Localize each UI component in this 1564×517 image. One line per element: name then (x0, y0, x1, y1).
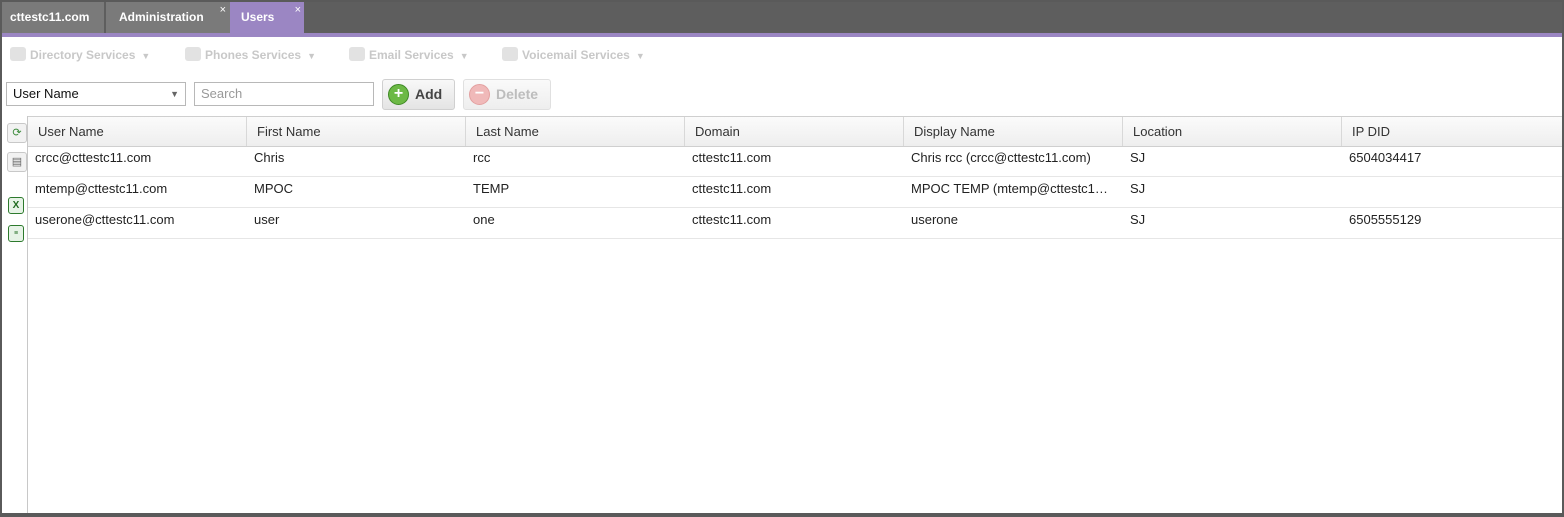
cell-display-name: userone (911, 212, 958, 227)
users-panel: Directory Services ▼ Phones Services ▼ Ema… (2, 37, 1562, 513)
cell-last-name: TEMP (473, 181, 510, 196)
email-icon (349, 47, 365, 61)
cell-location: SJ (1130, 212, 1146, 227)
minus-icon: − (469, 84, 490, 105)
column-header-user-name[interactable]: User Name (28, 117, 247, 146)
tab-label: Administration (119, 10, 204, 24)
tab-administration[interactable]: Administration × (106, 2, 230, 33)
grid-side-toolbar: ⟳ ▤ X ≡ (2, 116, 28, 513)
column-header-location[interactable]: Location (1123, 117, 1342, 146)
cell-user-name: crcc@cttestc11.com (35, 150, 152, 165)
app-frame: cttestc11.com Administration × Users × D… (0, 0, 1564, 517)
email-services-menu[interactable]: Email Services ▼ (349, 47, 469, 63)
cell-user-name: mtemp@cttestc11.com (35, 181, 168, 196)
cell-last-name: one (473, 212, 495, 227)
filter-value: User Name (13, 86, 79, 101)
cell-ip-did: 6504034417 (1349, 150, 1422, 165)
menu-label: Email Services (369, 48, 454, 62)
cell-location: SJ (1130, 150, 1146, 165)
column-header-display-name[interactable]: Display Name (904, 117, 1123, 146)
cell-display-name: MPOC TEMP (mtemp@cttestc1… (911, 181, 1108, 196)
delete-label: Delete (496, 86, 539, 102)
cell-first-name: user (254, 212, 280, 227)
search-input[interactable]: Search (194, 82, 374, 106)
cell-ip-did: 6505555129 (1349, 212, 1422, 227)
close-icon[interactable]: × (295, 3, 301, 17)
phones-services-menu[interactable]: Phones Services ▼ (185, 47, 316, 63)
services-menu-bar: Directory Services ▼ Phones Services ▼ Ema… (2, 37, 1562, 71)
tab-domain[interactable]: cttestc11.com (2, 2, 104, 33)
print-icon[interactable]: ▤ (7, 152, 27, 172)
plus-icon: + (388, 84, 409, 105)
cell-last-name: rcc (473, 150, 491, 165)
chevron-down-icon: ▼ (635, 51, 645, 61)
column-header-ip-did[interactable]: IP DID (1342, 117, 1562, 146)
table-row[interactable]: mtemp@cttestc11.com MPOC TEMP cttestc11.… (28, 177, 1562, 208)
add-button[interactable]: + Add (382, 79, 455, 110)
directory-services-menu[interactable]: Directory Services ▼ (10, 47, 150, 63)
voicemail-services-menu[interactable]: Voicemail Services ▼ (502, 47, 645, 63)
excel-export-icon[interactable]: X (8, 197, 24, 214)
cell-location: SJ (1130, 181, 1146, 196)
tab-label: Users (241, 10, 275, 24)
cell-user-name: userone@cttestc11.com (35, 212, 175, 227)
cell-display-name: Chris rcc (crcc@cttestc11.com) (911, 150, 1091, 165)
chevron-down-icon: ▼ (307, 51, 316, 61)
chevron-down-icon: ▼ (459, 51, 469, 61)
tab-label: cttestc11.com (10, 10, 90, 24)
table-header: User Name First Name Last Name Domain Di… (28, 116, 1562, 147)
tab-bar: cttestc11.com Administration × Users × (2, 2, 1562, 33)
cell-ip-did (1342, 177, 1562, 201)
csv-export-icon[interactable]: ≡ (8, 225, 24, 242)
cell-domain: cttestc11.com (692, 212, 772, 227)
phone-icon (185, 47, 201, 61)
close-icon[interactable]: × (220, 3, 226, 17)
directory-icon (10, 47, 26, 61)
delete-button[interactable]: − Delete (463, 79, 551, 110)
menu-label: Phones Services (205, 48, 302, 62)
add-label: Add (415, 86, 443, 102)
cell-first-name: MPOC (254, 181, 293, 196)
column-header-last-name[interactable]: Last Name (466, 117, 685, 146)
toolbar: User Name ▼ Search + Add − Delete (2, 77, 1562, 111)
column-header-first-name[interactable]: First Name (247, 117, 466, 146)
tab-users[interactable]: Users × (230, 2, 304, 33)
menu-label: Directory Services (30, 48, 136, 62)
chevron-down-icon: ▼ (170, 89, 179, 99)
voicemail-icon (502, 47, 518, 61)
cell-domain: cttestc11.com (692, 150, 772, 165)
refresh-icon[interactable]: ⟳ (7, 123, 27, 143)
filter-field-select[interactable]: User Name ▼ (6, 82, 186, 106)
table-row[interactable]: userone@cttestc11.com user one cttestc11… (28, 208, 1562, 239)
column-header-domain[interactable]: Domain (685, 117, 904, 146)
table-row[interactable]: crcc@cttestc11.com Chris rcc cttestc11.c… (28, 146, 1562, 177)
cell-domain: cttestc11.com (692, 181, 772, 196)
chevron-down-icon: ▼ (141, 51, 151, 61)
menu-label: Voicemail Services (522, 48, 630, 62)
cell-first-name: Chris (254, 150, 285, 165)
users-table: User Name First Name Last Name Domain Di… (28, 116, 1562, 513)
